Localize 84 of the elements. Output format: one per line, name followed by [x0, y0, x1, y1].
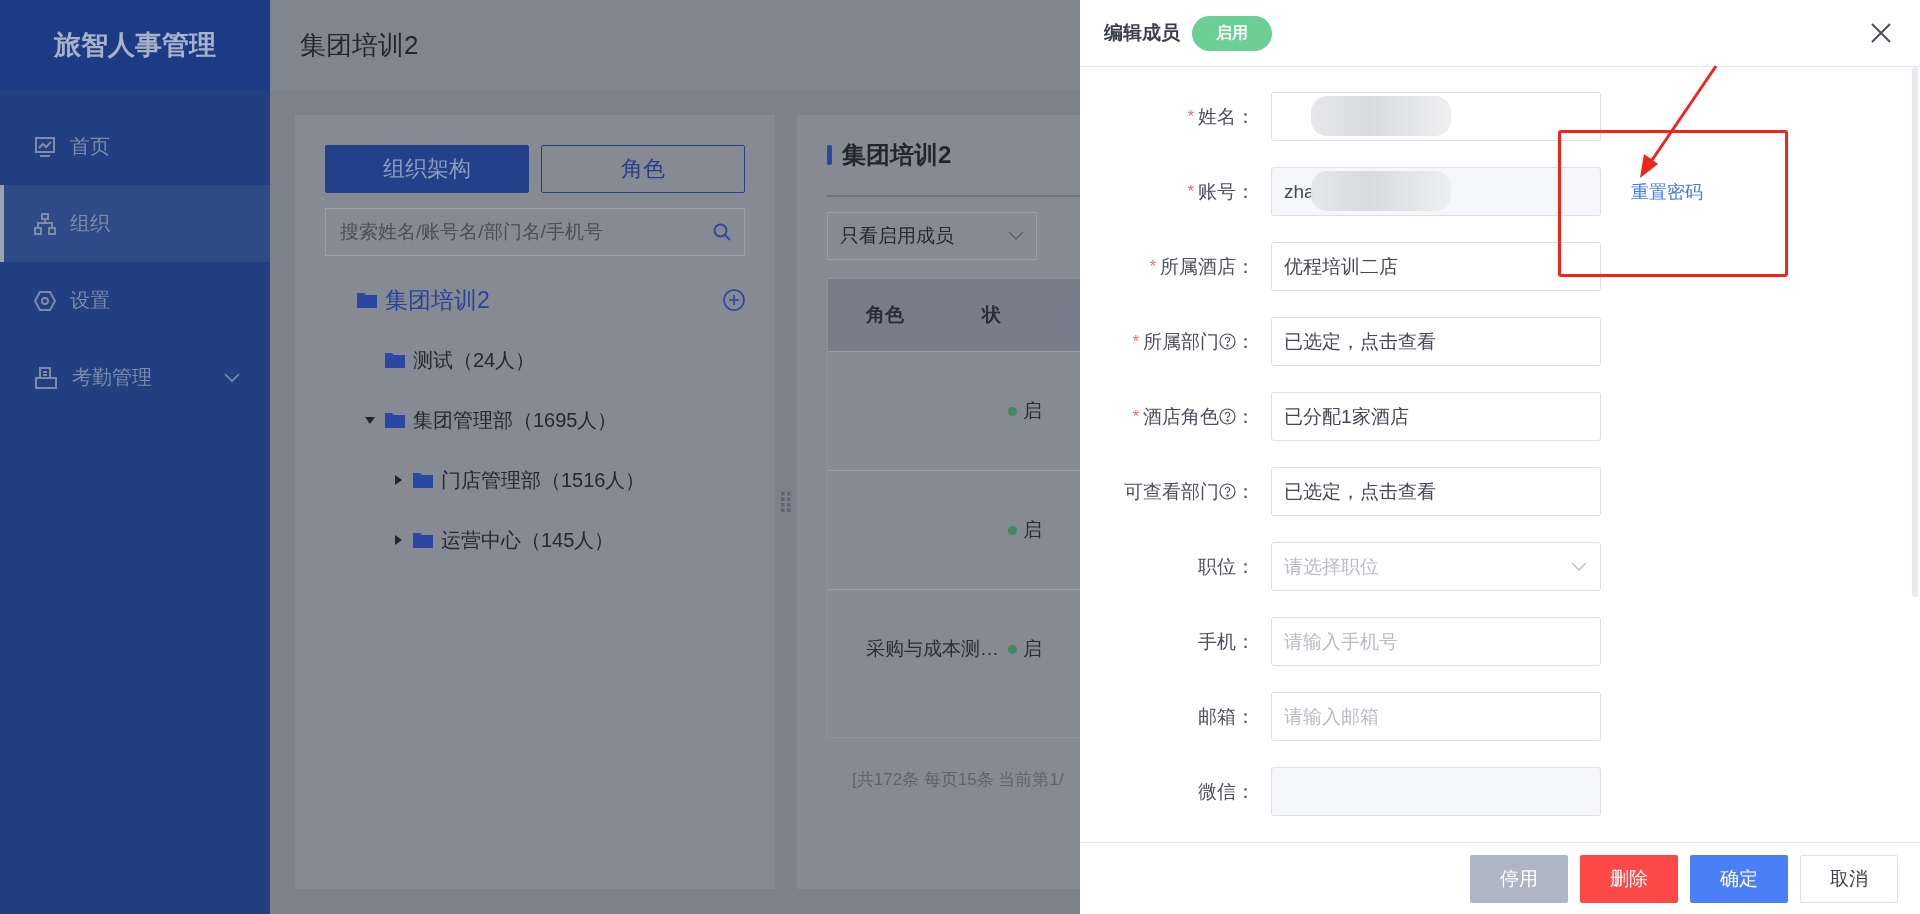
footer-button[interactable]: 取消: [1800, 854, 1898, 903]
close-button[interactable]: [1870, 22, 1892, 45]
field-label: 账号: [1198, 179, 1236, 204]
label-colon: ：: [1236, 404, 1255, 429]
drag-handle-icon[interactable]: [781, 492, 791, 512]
search-field[interactable]: 搜索姓名/账号名/部门名/手机号: [325, 208, 745, 256]
field-label: 姓名: [1198, 104, 1236, 129]
chevron-icon: [1008, 231, 1024, 241]
tree-item[interactable]: 运营中心（145人）: [325, 510, 745, 570]
app-title: 旅智人事管理: [54, 29, 216, 62]
reset-password-link[interactable]: 重置密码: [1631, 179, 1703, 204]
field-label: 手机: [1198, 629, 1236, 654]
search-icon: [713, 223, 731, 241]
filter-dropdown[interactable]: 只看启用成员: [827, 212, 1037, 260]
required-mark: *: [1132, 406, 1139, 427]
required-mark: *: [1187, 181, 1194, 202]
tree-item[interactable]: 集团培训2: [325, 270, 745, 330]
label-colon: ：: [1236, 779, 1255, 804]
sidebar-item[interactable]: 首页: [0, 108, 270, 185]
title-accent-bar: [827, 145, 832, 165]
caret-icon: [365, 415, 375, 425]
settings-icon: [34, 289, 56, 312]
column-header: 状: [982, 303, 1002, 327]
table-cell: 采购与成本测…: [866, 638, 999, 659]
label-colon: ：: [1236, 629, 1255, 654]
scrollbar[interactable]: [1912, 67, 1918, 598]
caret-icon: [393, 475, 403, 485]
status-text: 启: [1023, 399, 1042, 423]
chevron-icon: [1571, 562, 1587, 573]
label-colon: ：: [1236, 254, 1255, 279]
sidebar-item[interactable]: 组织: [0, 185, 270, 262]
tab[interactable]: 组织架构: [325, 145, 529, 193]
input-field[interactable]: 已选定，点击查看: [1271, 317, 1601, 367]
close-icon: [1870, 22, 1892, 45]
label-colon: ：: [1236, 104, 1255, 129]
field-label: 所属酒店: [1160, 254, 1236, 279]
help-icon[interactable]: [1219, 333, 1236, 351]
folder-icon: [357, 292, 377, 308]
chart-monitor-icon: [34, 135, 56, 158]
tree-item[interactable]: 测试（24人）: [325, 330, 745, 390]
field-label: 可查看部门: [1124, 479, 1219, 504]
status-text: 启: [1023, 637, 1042, 661]
folder-icon: [385, 412, 405, 428]
input-field[interactable]: 请输入手机号: [1271, 617, 1601, 667]
help-icon[interactable]: [1219, 483, 1236, 501]
panel-title: 集团培训2: [842, 140, 952, 170]
tree-item[interactable]: 门店管理部（1516人）: [325, 450, 745, 510]
status-badge: 启用: [1192, 15, 1272, 51]
add-circle-icon[interactable]: [723, 289, 745, 311]
folder-icon: [413, 472, 433, 488]
footer-button[interactable]: 删除: [1580, 854, 1678, 903]
label-colon: ：: [1236, 704, 1255, 729]
input-field[interactable]: 优程培训二店: [1271, 242, 1601, 292]
tree-item[interactable]: 集团管理部（1695人）: [325, 390, 745, 450]
label-colon: ：: [1236, 479, 1255, 504]
hierarchy-icon: [34, 212, 56, 235]
label-colon: ：: [1236, 329, 1255, 354]
field-label: 微信: [1198, 779, 1236, 804]
sidebar-item[interactable]: 设置: [0, 262, 270, 339]
input-field[interactable]: 已分配1家酒店: [1271, 392, 1601, 442]
help-icon[interactable]: [1219, 408, 1236, 426]
folder-icon: [413, 532, 433, 548]
page-title: 集团培训2: [300, 28, 419, 62]
printer-icon: [34, 365, 58, 390]
field-label: 邮箱: [1198, 704, 1236, 729]
caret-icon: [393, 535, 403, 545]
label-colon: ：: [1236, 554, 1255, 579]
required-mark: *: [1149, 256, 1156, 277]
field-label: 酒店角色: [1143, 404, 1219, 429]
column-header: 角色: [864, 303, 905, 327]
folder-icon: [385, 352, 405, 368]
label-colon: ：: [1236, 179, 1255, 204]
status-text: 启: [1023, 518, 1042, 542]
field-label: 职位: [1198, 554, 1236, 579]
required-mark: *: [1187, 106, 1194, 127]
footer-button[interactable]: 确定: [1690, 854, 1788, 903]
drawer-title: 编辑成员: [1104, 21, 1180, 46]
required-mark: *: [1132, 331, 1139, 352]
input-field[interactable]: 请输入邮箱: [1271, 692, 1601, 742]
sidebar-item[interactable]: 考勤管理: [0, 339, 270, 416]
input-field[interactable]: 已选定，点击查看: [1271, 467, 1601, 517]
field-label: 所属部门: [1143, 329, 1219, 354]
tab[interactable]: 角色: [541, 145, 745, 193]
select-field[interactable]: 请选择职位: [1271, 542, 1601, 592]
